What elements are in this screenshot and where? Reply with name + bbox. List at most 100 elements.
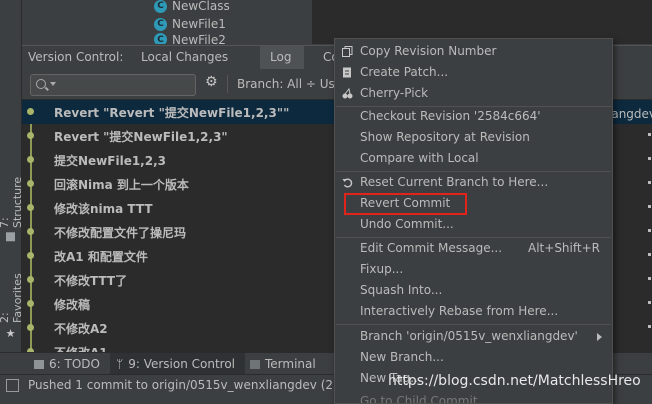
- commit-node: [27, 324, 34, 331]
- tree-item-label: NewFile1: [172, 17, 226, 31]
- status-message: Pushed 1 commit to origin/0515v_wenxlian…: [28, 378, 352, 392]
- menu-squash-into[interactable]: Squash Into...: [335, 280, 612, 301]
- structure-icon: [6, 232, 16, 241]
- reset-icon: [342, 178, 353, 188]
- menu-reset-current-branch[interactable]: Reset Current Branch to Here...: [335, 172, 612, 193]
- row-marker: [648, 253, 651, 256]
- gear-icon[interactable]: ⚙: [205, 74, 218, 90]
- commit-message: 回滚Nima 到上一个版本: [54, 178, 189, 192]
- left-tool-stripe: 7: Structure ★ 2: Favorites: [0, 0, 24, 352]
- menu-item-label: Branch 'origin/0515v_wenxliangdev': [360, 329, 578, 343]
- commit-message: 改A1 和配置文件: [54, 250, 148, 264]
- menu-item-label: Create Patch...: [360, 65, 449, 79]
- commit-author: iangdev: [608, 107, 652, 121]
- row-marker: [648, 133, 651, 136]
- commit-node: [27, 156, 34, 163]
- watermark: https://blog.csdn.net/MatchlessHreo: [388, 373, 641, 389]
- row-marker: [648, 277, 651, 280]
- row-marker: [648, 229, 651, 232]
- class-icon: C: [154, 33, 167, 44]
- menu-item-label: Reset Current Branch to Here...: [360, 175, 549, 189]
- commit-node: [27, 252, 34, 259]
- menu-compare-with-local[interactable]: Compare with Local: [335, 148, 612, 169]
- menu-checkout-revision[interactable]: Checkout Revision '2584c664': [335, 106, 612, 127]
- todo-tab[interactable]: 6: TODO: [32, 353, 106, 375]
- search-icon: [36, 79, 46, 89]
- menu-item-label: Go to Child Commit: [360, 394, 478, 404]
- commit-message: 修改稿: [54, 298, 91, 312]
- commit-node: [27, 204, 34, 211]
- row-marker: [648, 325, 651, 328]
- row-marker: [648, 301, 651, 304]
- structure-tab-label: 7: Structure: [0, 177, 24, 229]
- menu-item-shortcut: Alt+Shift+R: [528, 241, 600, 255]
- tree-item-label: NewClass: [172, 0, 230, 13]
- tree-item-newfile2[interactable]: C NewFile2: [154, 33, 226, 44]
- cherry-icon: [342, 88, 353, 99]
- tree-item-label: NewFile2: [172, 33, 226, 44]
- commit-node: [27, 300, 34, 307]
- project-tree: C NewClass C NewFile1 C NewFile2: [22, 0, 312, 44]
- menu-item-label: Undo Commit...: [360, 217, 454, 231]
- commit-message: 修改该nima TTT: [54, 202, 153, 216]
- row-marker: [648, 181, 651, 184]
- commit-message: 不修改A1: [54, 344, 108, 352]
- chevron-down-icon: [50, 82, 56, 86]
- star-icon: ★: [4, 327, 18, 340]
- tree-item-newfile1[interactable]: C NewFile1: [154, 15, 226, 33]
- version-control-tab[interactable]: ᛘ 9: Version Control: [110, 353, 246, 375]
- toolbar-divider: [227, 75, 228, 93]
- menu-item-label: Edit Commit Message...: [360, 241, 503, 255]
- menu-fixup[interactable]: Fixup...: [335, 259, 612, 280]
- favorites-tab[interactable]: ★ 2: Favorites: [0, 262, 24, 340]
- menu-item-label: Compare with Local: [360, 151, 479, 165]
- row-marker: [648, 205, 651, 208]
- menu-new-branch[interactable]: New Branch...: [335, 347, 612, 368]
- menu-show-repository[interactable]: Show Repository at Revision: [335, 127, 612, 148]
- commit-node: [27, 228, 34, 235]
- row-marker: [648, 157, 651, 160]
- branch-filter[interactable]: Branch: All ÷ Use: [237, 77, 342, 91]
- menu-separator: [336, 324, 611, 325]
- menu-item-label: New Branch...: [360, 350, 444, 364]
- menu-copy-revision-number[interactable]: Copy Revision Number: [335, 41, 612, 62]
- todo-tab-label: 6: TODO: [49, 357, 100, 371]
- terminal-tab-label: Terminal: [265, 357, 316, 371]
- menu-undo-commit[interactable]: Undo Commit...: [335, 214, 612, 235]
- search-input[interactable]: [30, 74, 196, 96]
- list-icon: [34, 359, 44, 369]
- revert-commit-highlight-box: [344, 193, 467, 215]
- terminal-tab[interactable]: Terminal: [250, 353, 316, 375]
- copy-icon: [342, 46, 353, 57]
- version-control-tab-label: 9: Version Control: [128, 357, 236, 371]
- tab-log[interactable]: Log: [260, 46, 304, 69]
- menu-item-label: Interactively Rebase from Here...: [360, 304, 559, 318]
- chevron-right-icon: [597, 333, 602, 341]
- menu-interactively-rebase[interactable]: Interactively Rebase from Here...: [335, 301, 612, 322]
- menu-item-label: Cherry-Pick: [360, 86, 429, 100]
- commit-node: [27, 180, 34, 187]
- menu-item-label: Show Repository at Revision: [360, 130, 530, 144]
- context-menu: Copy Revision Number Create Patch... Che…: [334, 38, 613, 404]
- terminal-icon: [250, 359, 260, 369]
- structure-tab[interactable]: 7: Structure: [0, 165, 24, 241]
- class-icon: C: [154, 0, 167, 13]
- commit-node: [27, 276, 34, 283]
- patch-icon: [343, 67, 351, 78]
- menu-go-to-child-commit[interactable]: Go to Child Commit: [335, 391, 612, 404]
- vcs-branch-icon: ᛘ: [116, 357, 124, 371]
- commit-message: 提交NewFile1,2,3: [54, 154, 166, 168]
- vc-title: Version Control:: [28, 50, 124, 64]
- favorites-tab-label: 2: Favorites: [0, 273, 24, 323]
- menu-item-label: Squash Into...: [360, 283, 443, 297]
- menu-edit-commit-message[interactable]: Edit Commit Message... Alt+Shift+R: [335, 238, 612, 259]
- status-square-icon[interactable]: [6, 379, 19, 392]
- commit-message: 不修改TTT了: [54, 274, 128, 288]
- menu-cherry-pick[interactable]: Cherry-Pick: [335, 83, 612, 104]
- commit-message: 不修改配置文件了操尼玛: [54, 226, 187, 240]
- menu-create-patch[interactable]: Create Patch...: [335, 62, 612, 83]
- tree-item-newclass[interactable]: C NewClass: [154, 0, 230, 15]
- commit-message: 不修改A2: [54, 322, 108, 336]
- menu-branch-submenu[interactable]: Branch 'origin/0515v_wenxliangdev': [335, 326, 612, 347]
- tab-local-changes[interactable]: Local Changes: [141, 50, 228, 64]
